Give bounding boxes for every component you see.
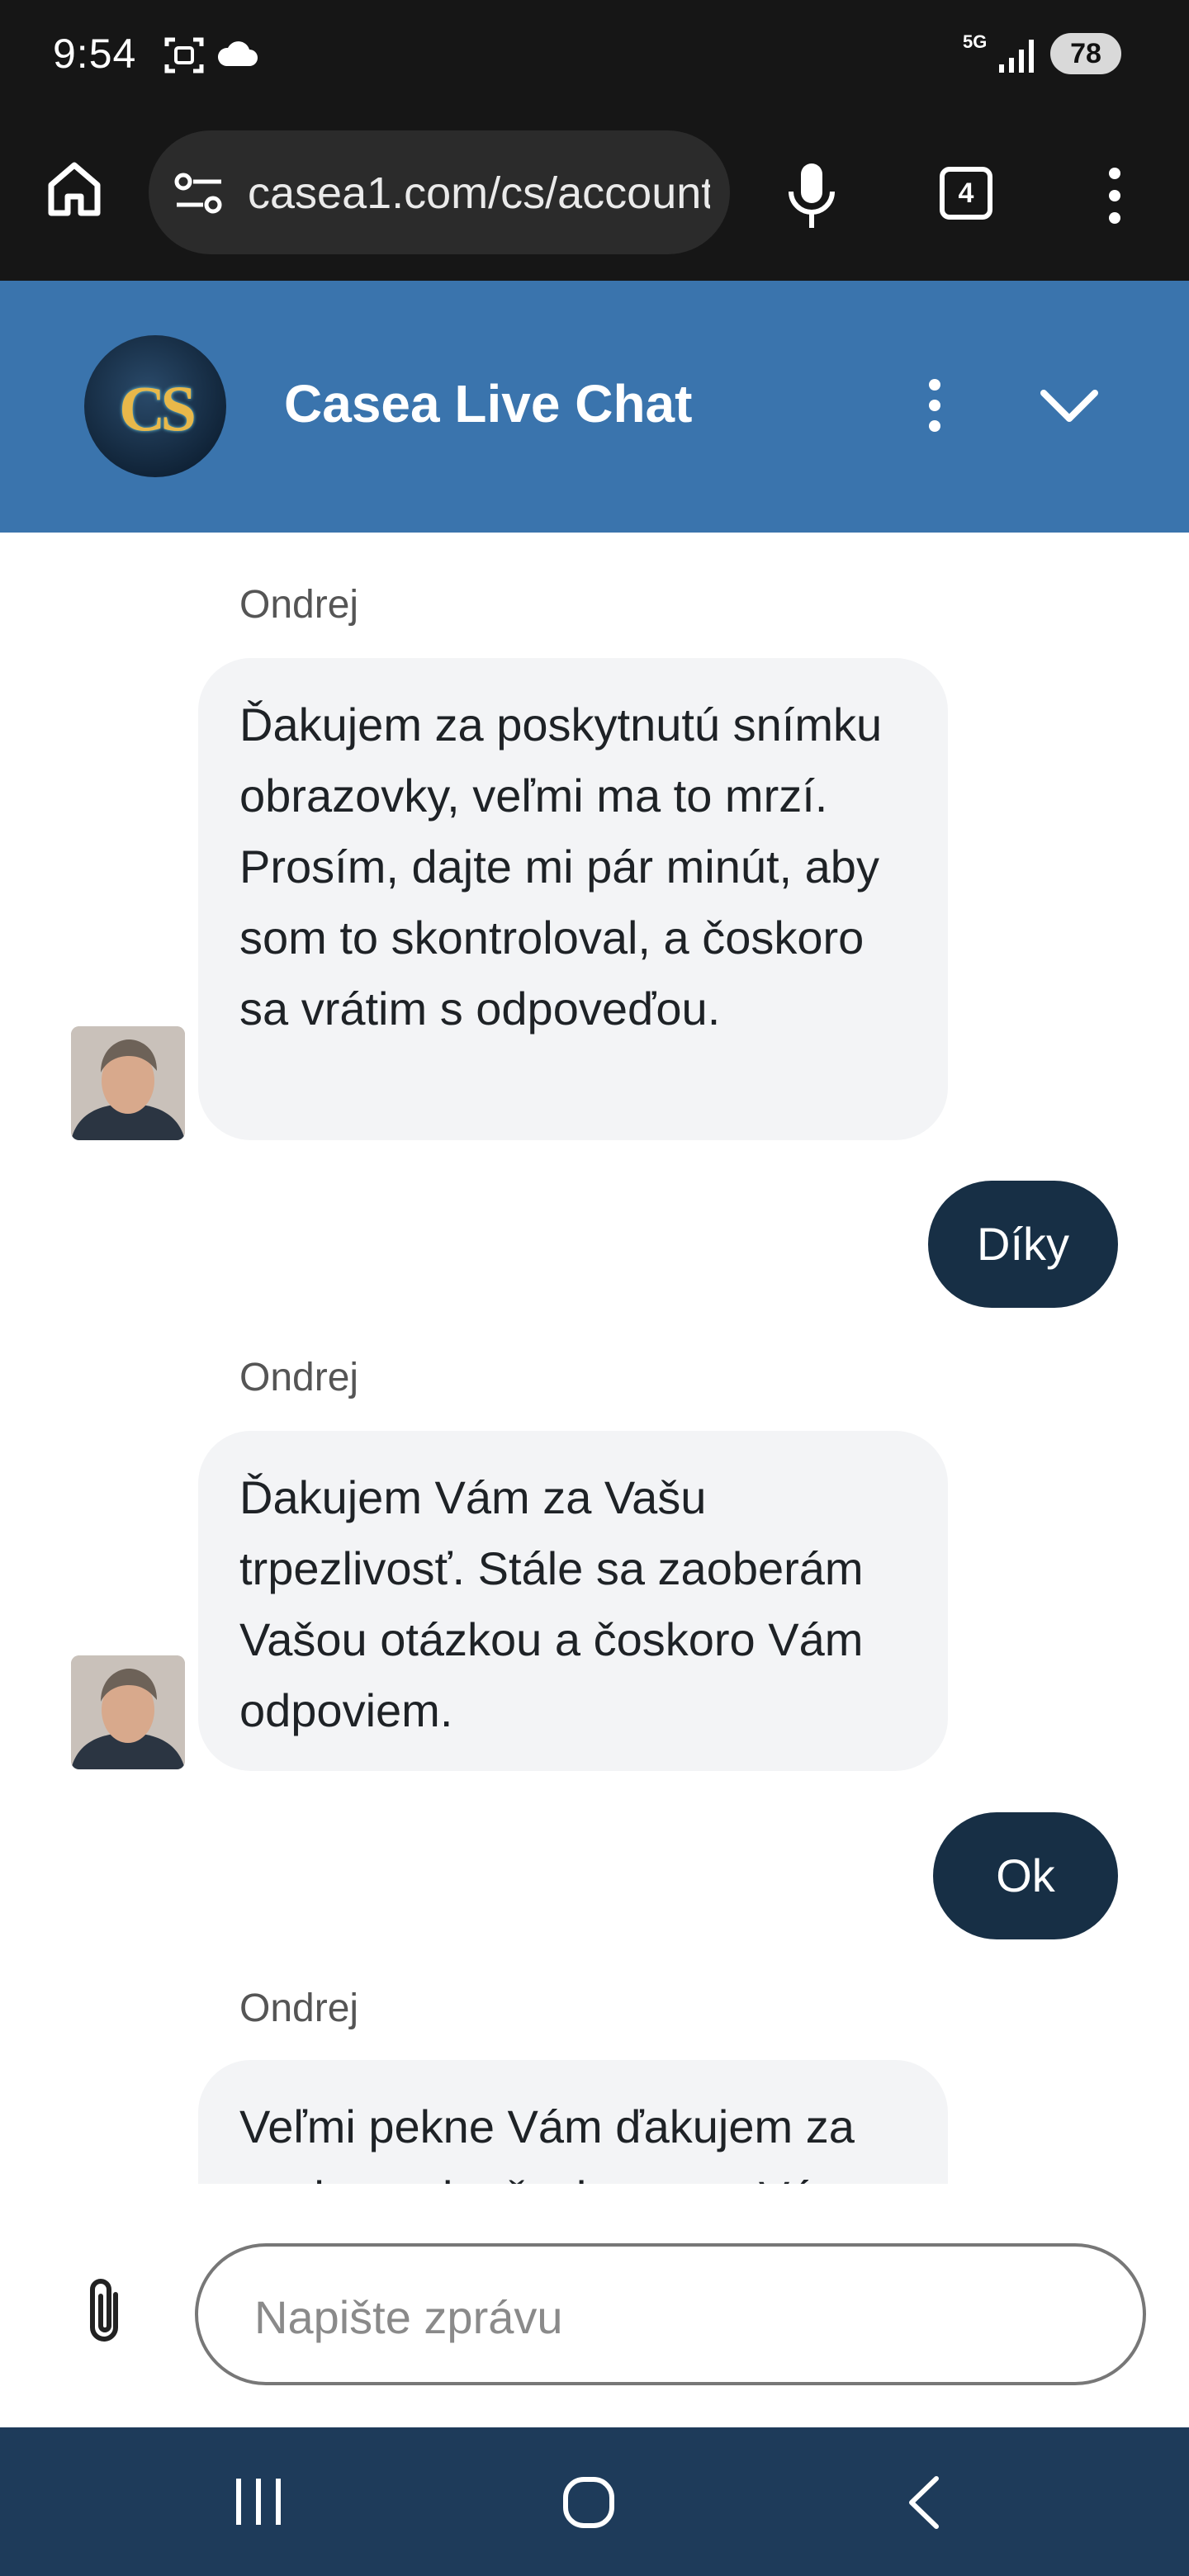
network-5g-label: 5G [963,31,988,52]
message-sender: Ondrej [239,1356,359,1399]
status-time: 9:54 [53,31,137,77]
mic-icon[interactable] [784,162,839,235]
home-icon[interactable] [45,159,104,222]
paperclip-icon[interactable] [79,2275,129,2353]
home-circle-icon[interactable] [561,2475,616,2534]
site-settings-icon[interactable] [173,172,225,219]
message-input[interactable] [254,2288,1097,2346]
message-list[interactable]: Ondrej Ďakujem za poskytnutú snímku obra… [0,533,1189,2184]
browser-toolbar: casea1.com/cs/account 4 [0,107,1189,281]
incoming-message: Veľmi pekne Vám ďakujem za pochopenie, č… [198,2060,948,2184]
outgoing-message: Díky [928,1181,1118,1308]
chevron-down-icon[interactable] [1039,388,1100,429]
agent-avatar [71,1026,185,1140]
message-composer [0,2184,1189,2427]
incoming-message: Ďakujem Vám za Vašu trpezlivosť. Stále s… [198,1431,948,1771]
url-text: casea1.com/cs/account [248,168,710,218]
signal-icon [997,38,1039,78]
status-bar: 9:54 5G 78 [0,0,1189,107]
tabs-button[interactable]: 4 [940,167,992,220]
system-nav-bar [0,2427,1189,2576]
chat-menu-icon[interactable] [926,378,943,437]
message-sender: Ondrej [239,583,359,627]
back-icon[interactable] [905,2475,941,2534]
outgoing-message: Ok [933,1812,1118,1939]
brand-logo: CS [84,335,226,477]
chat-title: Casea Live Chat [284,374,693,433]
agent-avatar [71,1655,185,1769]
battery-indicator: 78 [1050,33,1121,74]
screenshot-icon [162,33,206,82]
message-sender: Ondrej [239,1986,359,2030]
chat-header: CS Casea Live Chat [0,281,1189,533]
more-vert-icon[interactable] [1106,167,1123,229]
incoming-message: Ďakujem za poskytnutú snímku obrazovky, … [198,658,948,1140]
recents-icon[interactable] [233,2477,284,2531]
address-bar[interactable]: casea1.com/cs/account [149,130,730,254]
logo-text: CS [119,372,197,444]
message-input-box[interactable] [195,2243,1146,2385]
cloud-icon [215,36,259,73]
